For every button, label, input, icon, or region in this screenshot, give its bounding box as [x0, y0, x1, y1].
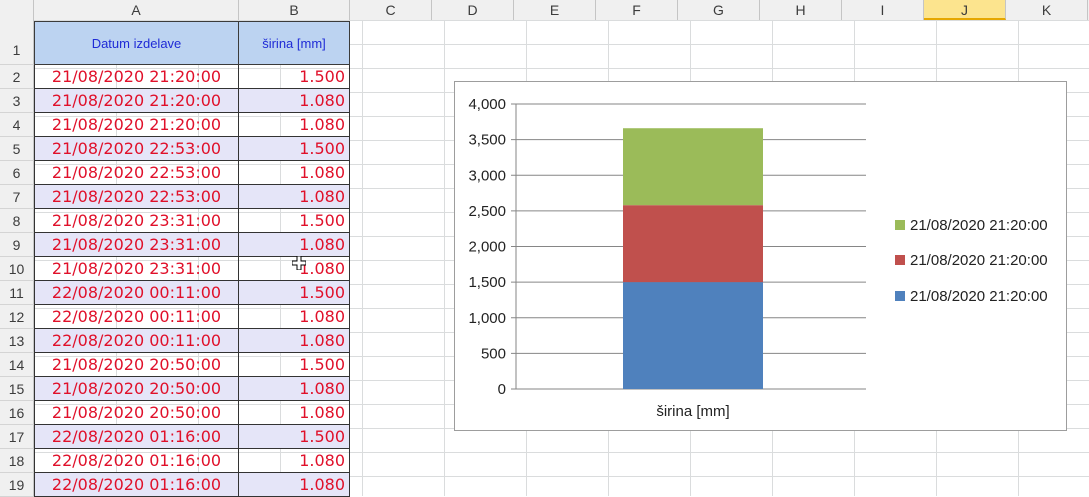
table-row-value-cell[interactable]: 1.080 — [239, 473, 350, 497]
row-header-3[interactable]: 3 — [0, 89, 34, 113]
legend-swatch — [895, 255, 905, 265]
bar-segment-2[interactable] — [623, 205, 763, 283]
table-row-value-cell[interactable]: 1.500 — [239, 65, 350, 89]
column-header-i[interactable]: I — [842, 0, 924, 20]
table-row-value-cell[interactable]: 1.500 — [239, 137, 350, 161]
column-header-a[interactable]: A — [34, 0, 239, 20]
column-header-h[interactable]: H — [760, 0, 842, 20]
table-row-date-cell[interactable]: 22/08/2020 01:16:00 — [34, 473, 239, 497]
table-row-value-cell[interactable]: 1.080 — [239, 233, 350, 257]
y-tick-label: 0 — [498, 381, 506, 398]
header-cell-width[interactable]: širina [mm] — [238, 21, 350, 65]
table-row-date-cell[interactable]: 21/08/2020 23:31:00 — [34, 233, 239, 257]
row-header-11[interactable]: 11 — [0, 281, 34, 305]
table-row-value-cell[interactable]: 1.500 — [239, 353, 350, 377]
table-row-value-cell[interactable]: 1.500 — [239, 209, 350, 233]
table-row-date-cell[interactable]: 21/08/2020 20:50:00 — [34, 377, 239, 401]
crosshair-cursor-icon — [292, 256, 306, 270]
bar-segment-1[interactable] — [623, 282, 763, 389]
table-row-value-cell[interactable]: 1.080 — [239, 185, 350, 209]
y-tick-label: 1,000 — [468, 310, 506, 327]
chart-canvas: 0 500 1,000 1,500 2,000 2,500 3,000 3,500 4,000 š… — [468, 96, 1048, 420]
column-header-e[interactable]: E — [514, 0, 596, 20]
table-row-value-cell[interactable]: 1.080 — [239, 449, 350, 473]
column-header-f[interactable]: F — [596, 0, 678, 20]
table-row-date-cell[interactable]: 21/08/2020 22:53:00 — [34, 161, 239, 185]
table-row-value-cell[interactable]: 1.080 — [239, 161, 350, 185]
select-all-corner[interactable] — [0, 0, 34, 20]
table-row-date-cell[interactable]: 21/08/2020 20:50:00 — [34, 401, 239, 425]
bar-segment-3[interactable] — [623, 128, 763, 206]
row-header-10[interactable]: 10 — [0, 257, 34, 281]
table-row-value-cell[interactable]: 1.500 — [239, 281, 350, 305]
table-row-date-cell[interactable]: 21/08/2020 20:50:00 — [34, 353, 239, 377]
row-header-16[interactable]: 16 — [0, 401, 34, 425]
stacked-bar-chart[interactable]: 0 500 1,000 1,500 2,000 2,500 3,000 3,500 4,000 š… — [454, 81, 1067, 431]
column-headers: ABCDEFGHIJK — [0, 0, 1089, 21]
row-header-14[interactable]: 14 — [0, 353, 34, 377]
legend-entry: 21/08/2020 21:20:00 — [910, 288, 1048, 305]
column-header-c[interactable]: C — [350, 0, 432, 20]
row-header-1[interactable]: 1 — [0, 20, 34, 65]
table-row-date-cell[interactable]: 22/08/2020 00:11:00 — [34, 329, 239, 353]
table-row-value-cell[interactable]: 1.080 — [239, 305, 350, 329]
table-row-date-cell[interactable]: 21/08/2020 21:20:00 — [34, 89, 239, 113]
row-header-18[interactable]: 18 — [0, 449, 34, 473]
row-header-2[interactable]: 2 — [0, 65, 34, 89]
y-tick-label: 2,500 — [468, 203, 506, 220]
table-row-date-cell[interactable]: 21/08/2020 22:53:00 — [34, 185, 239, 209]
row-header-9[interactable]: 9 — [0, 233, 34, 257]
legend-swatch — [895, 291, 905, 301]
legend-entry: 21/08/2020 21:20:00 — [910, 217, 1048, 234]
x-category-label: širina [mm] — [656, 403, 729, 420]
row-header-13[interactable]: 13 — [0, 329, 34, 353]
table-row-date-cell[interactable]: 21/08/2020 23:31:00 — [34, 209, 239, 233]
table-row-date-cell[interactable]: 22/08/2020 01:16:00 — [34, 425, 239, 449]
row-header-8[interactable]: 8 — [0, 209, 34, 233]
column-header-k[interactable]: K — [1006, 0, 1088, 20]
row-header-4[interactable]: 4 — [0, 113, 34, 137]
table-row-value-cell[interactable]: 1.080 — [239, 377, 350, 401]
row-header-5[interactable]: 5 — [0, 137, 34, 161]
table-row-date-cell[interactable]: 22/08/2020 00:11:00 — [34, 281, 239, 305]
y-tick-label: 500 — [481, 345, 506, 362]
column-header-d[interactable]: D — [432, 0, 514, 20]
row-header-17[interactable]: 17 — [0, 425, 34, 449]
legend-entry: 21/08/2020 21:20:00 — [910, 252, 1048, 269]
y-tick-label: 1,500 — [468, 274, 506, 291]
legend-swatch — [895, 220, 905, 230]
y-tick-label: 3,000 — [468, 167, 506, 184]
table-row-date-cell[interactable]: 22/08/2020 00:11:00 — [34, 305, 239, 329]
row-header-19[interactable]: 19 — [0, 473, 34, 497]
table-row-value-cell[interactable]: 1.080 — [239, 113, 350, 137]
table-row-value-cell[interactable]: 1.080 — [239, 329, 350, 353]
table-row-date-cell[interactable]: 22/08/2020 01:16:00 — [34, 449, 239, 473]
column-header-g[interactable]: G — [678, 0, 760, 20]
table-row-value-cell[interactable]: 1.500 — [239, 425, 350, 449]
row-header-7[interactable]: 7 — [0, 185, 34, 209]
table-row-date-cell[interactable]: 21/08/2020 21:20:00 — [34, 113, 239, 137]
y-tick-label: 3,500 — [468, 132, 506, 149]
row-header-12[interactable]: 12 — [0, 305, 34, 329]
y-tick-label: 4,000 — [468, 96, 506, 113]
y-tick-label: 2,000 — [468, 239, 506, 256]
table-row-value-cell[interactable]: 1.080 — [239, 401, 350, 425]
table-row-date-cell[interactable]: 21/08/2020 22:53:00 — [34, 137, 239, 161]
column-header-b[interactable]: B — [239, 0, 350, 20]
header-cell-date[interactable]: Datum izdelave — [34, 21, 239, 65]
table-row-value-cell[interactable]: 1.080 — [239, 89, 350, 113]
table-row-date-cell[interactable]: 21/08/2020 23:31:00 — [34, 257, 239, 281]
row-header-6[interactable]: 6 — [0, 161, 34, 185]
row-header-15[interactable]: 15 — [0, 377, 34, 401]
table-row-date-cell[interactable]: 21/08/2020 21:20:00 — [34, 65, 239, 89]
column-header-j[interactable]: J — [924, 0, 1006, 20]
